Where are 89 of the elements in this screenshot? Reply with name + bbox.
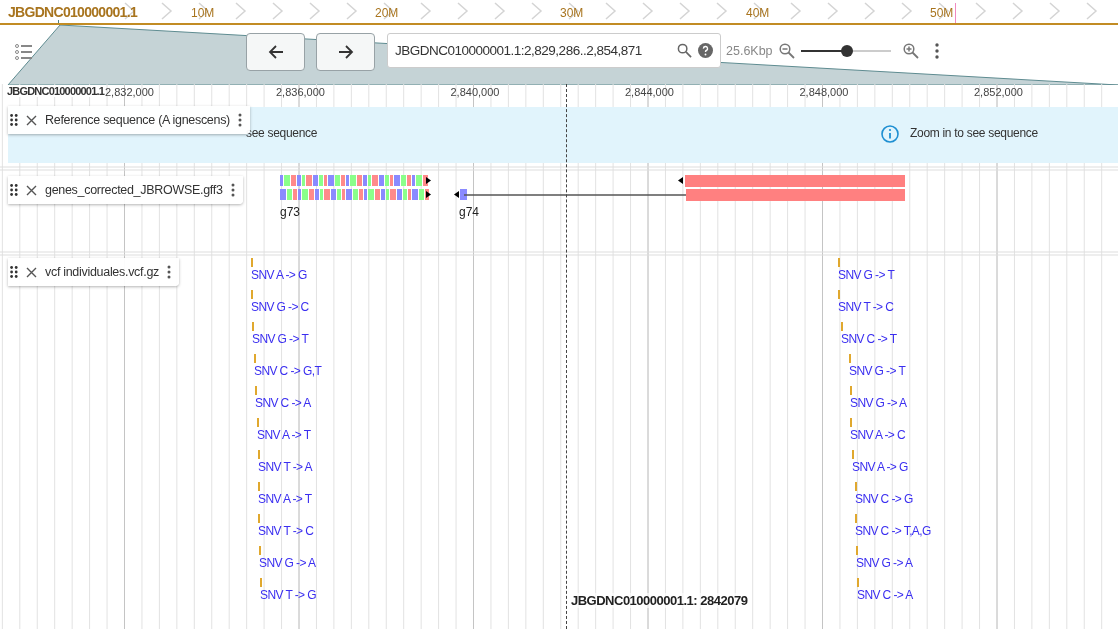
back-arrow-icon: [267, 43, 284, 60]
variant-mark: [856, 546, 858, 555]
variant-label: SNV G -> A: [850, 396, 907, 410]
variant-mark: [258, 482, 260, 491]
track-name: Reference sequence (A ignescens): [45, 113, 230, 127]
feature-label: g74: [459, 205, 480, 219]
variant-mark: [255, 386, 257, 395]
overview-view-marker: [58, 20, 59, 23]
variant-label: SNV C -> G,T: [254, 364, 322, 378]
variant-mark: [855, 482, 857, 491]
sequence-message: see sequence: [246, 126, 318, 140]
variant-mark: [260, 578, 262, 587]
variant-mark: [257, 418, 259, 427]
track-menu-icon[interactable]: [230, 183, 235, 197]
variant-label: SNV A -> G: [852, 460, 908, 474]
drag-handle-icon[interactable]: [10, 184, 18, 196]
variant-label: SNV C -> A: [857, 588, 913, 602]
variant-mark: [852, 450, 854, 459]
variant-mark: [254, 354, 256, 363]
help-icon[interactable]: [698, 43, 713, 58]
variant-mark: [251, 258, 253, 267]
ruler-tick-label: 2,840,000: [450, 86, 500, 98]
variant-label: SNV T -> C: [258, 524, 314, 538]
variant-mark: [850, 386, 852, 395]
variant-mark: [849, 354, 851, 363]
more-options-icon[interactable]: [934, 42, 939, 59]
overview-tick-label: 50M: [930, 6, 954, 20]
variant-mark: [841, 322, 843, 331]
variant-label: SNV A -> T: [257, 428, 311, 442]
track-name: vcf individuales.vcf.gz: [45, 265, 159, 279]
drag-handle-icon[interactable]: [10, 114, 18, 126]
ruler-tick-label: 2,844,000: [625, 86, 674, 98]
overview-tick-label: 30M: [560, 6, 584, 20]
variant-mark: [838, 258, 840, 267]
zoom-slider[interactable]: [800, 44, 891, 57]
variant-label: SNV G -> A: [856, 556, 913, 570]
overview-tick-label: 40M: [746, 6, 770, 20]
bp-per-view-label: 25.6Kbp: [726, 43, 773, 58]
overview-end-marker: [955, 3, 956, 23]
zoom-in-icon[interactable]: [902, 42, 919, 59]
variant-label: SNV C -> T: [841, 332, 897, 346]
variant-label: SNV G -> T: [252, 332, 309, 346]
center-position-label: JBGDNC010000001.1: 2842079: [571, 593, 748, 608]
variant-mark: [838, 290, 840, 299]
variant-label: SNV G -> T: [838, 268, 895, 282]
variant-label: SNV A -> C: [850, 428, 906, 442]
variant-mark: [259, 546, 261, 555]
variant-mark: [857, 578, 859, 587]
feature-label: g73: [280, 205, 301, 219]
forward-arrow-icon: [337, 43, 354, 60]
track-name: genes_corrected_JBROWSE.gff3: [45, 183, 223, 197]
overview-refname: JBGDNC010000001.1: [8, 4, 137, 20]
ruler-refname: JBGDNC010000001.1: [7, 85, 105, 97]
overview-tick-label: 20M: [375, 6, 399, 20]
variant-mark: [855, 514, 857, 523]
search-icon[interactable]: [677, 43, 692, 58]
track-menu-icon[interactable]: [237, 113, 242, 127]
variant-label: SNV A -> T: [258, 492, 312, 506]
ruler-tick-label: 2,836,000: [276, 86, 325, 98]
close-icon[interactable]: [26, 184, 37, 196]
sequence-message: Zoom in to see sequence: [910, 126, 1038, 140]
variant-label: SNV T -> C: [838, 300, 894, 314]
variant-mark: [258, 450, 260, 459]
zoom-out-icon[interactable]: [778, 42, 795, 59]
variant-mark: [850, 418, 852, 427]
variant-label: SNV C -> T,A,G: [855, 524, 931, 538]
close-icon[interactable]: [26, 114, 37, 126]
variant-mark: [251, 290, 253, 299]
drag-handle-icon[interactable]: [10, 266, 18, 278]
variant-label: SNV G -> T: [849, 364, 906, 378]
variant-label: SNV G -> C: [251, 300, 309, 314]
variant-label: SNV A -> G: [251, 268, 307, 282]
forward-button[interactable]: [316, 32, 375, 71]
track-list-icon[interactable]: [15, 43, 33, 60]
variant-label: SNV T -> A: [258, 460, 312, 474]
ruler-tick-label: 2,848,000: [799, 86, 849, 98]
location-field[interactable]: JBGDNC010000001.1:2,829,286..2,854,871: [387, 33, 721, 68]
ruler-tick-label: 2,832,000: [105, 86, 154, 98]
overview-tick-label: 10M: [191, 6, 215, 20]
variant-mark: [252, 322, 254, 331]
close-icon[interactable]: [26, 266, 37, 278]
variant-label: SNV G -> A: [259, 556, 316, 570]
track-menu-icon[interactable]: [167, 265, 171, 279]
back-button[interactable]: [246, 32, 305, 71]
variant-label: SNV C -> A: [255, 396, 311, 410]
variant-label: SNV C -> G: [855, 492, 913, 506]
ruler-tick-label: 2,852,000: [974, 86, 1023, 98]
variant-label: SNV T -> G: [260, 588, 316, 602]
variant-mark: [258, 514, 260, 523]
